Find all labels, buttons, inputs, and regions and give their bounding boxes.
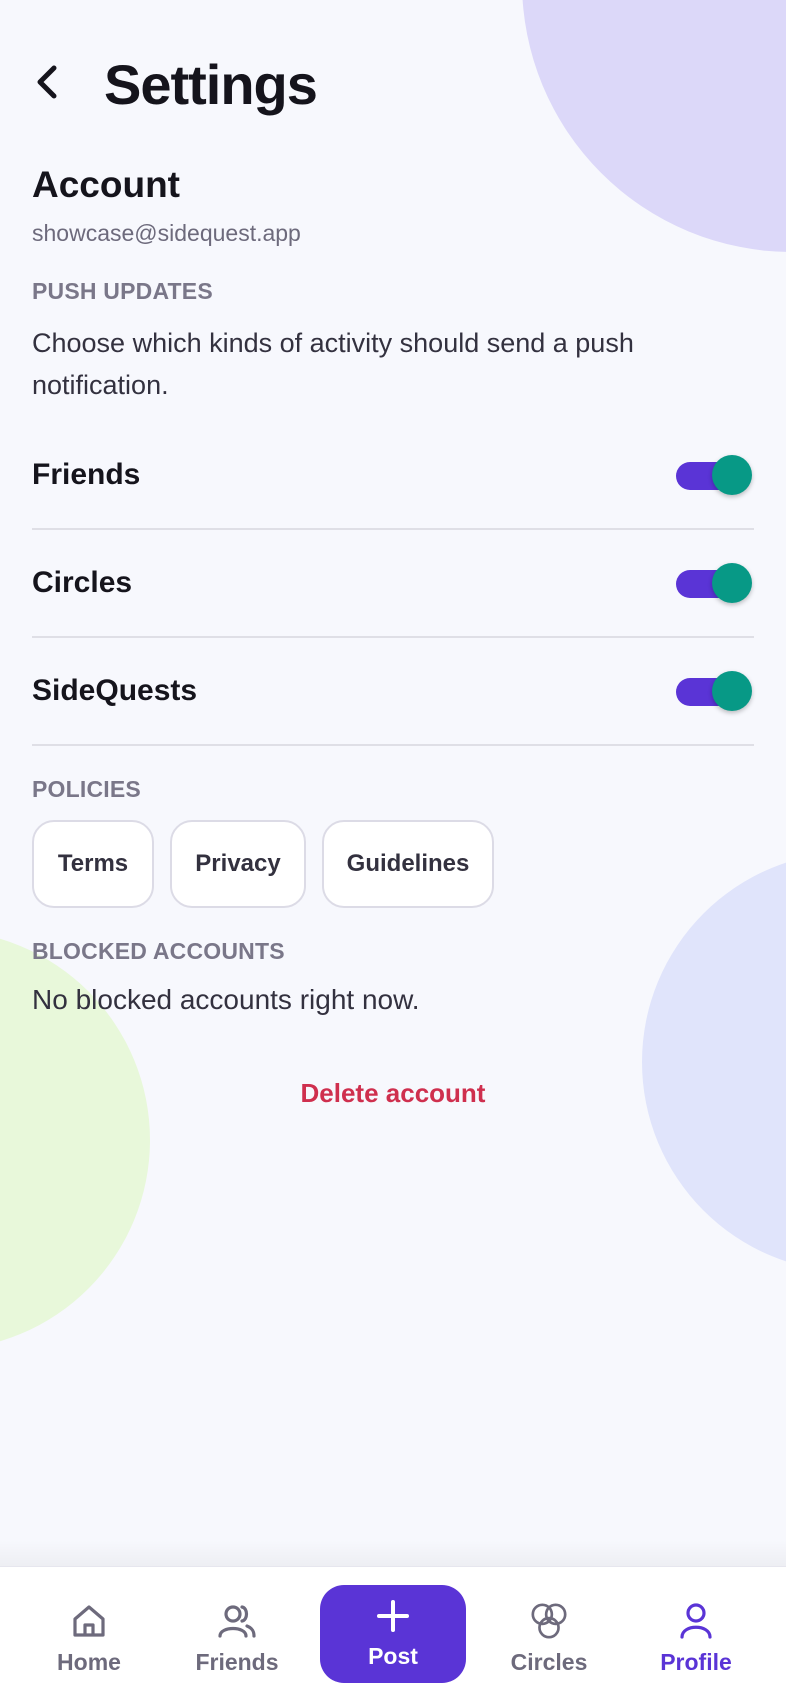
delete-account-button[interactable]: Delete account: [0, 1078, 786, 1109]
blocked-accounts-label: BLOCKED ACCOUNTS: [32, 938, 285, 964]
terms-button[interactable]: Terms: [32, 820, 154, 908]
policy-buttons: Terms Privacy Guidelines: [32, 820, 494, 908]
back-button[interactable]: [32, 52, 80, 116]
account-section-title: Account: [32, 164, 180, 205]
toggle-knob: [712, 563, 752, 603]
page-title: Settings: [104, 52, 318, 116]
circles-icon: [529, 1601, 569, 1641]
nav-label: Friends: [195, 1649, 279, 1675]
guidelines-button[interactable]: Guidelines: [322, 820, 494, 908]
nav-profile[interactable]: Profile: [636, 1601, 756, 1687]
nav-post-button[interactable]: Post: [320, 1585, 466, 1683]
decorative-blob: [642, 852, 786, 1272]
plus-icon: [375, 1598, 411, 1639]
nav-friends[interactable]: Friends: [177, 1601, 297, 1687]
friends-push-toggle[interactable]: [674, 453, 754, 497]
toggle-label: Friends: [32, 458, 141, 491]
nav-circles[interactable]: Circles: [489, 1601, 609, 1687]
decorative-blob: [522, 0, 786, 252]
chevron-left-icon: [32, 62, 62, 107]
home-icon: [69, 1601, 109, 1641]
nav-label: Profile: [660, 1649, 732, 1675]
toggle-label: Circles: [32, 566, 133, 599]
settings-screen: Settings Account showcase@sidequest.app …: [0, 0, 786, 1704]
toggle-label: SideQuests: [32, 674, 198, 707]
bottom-nav: Home Friends Post Circles Profile: [0, 1566, 786, 1704]
toggle-row-friends: Friends: [32, 422, 754, 530]
toggle-knob: [712, 671, 752, 711]
sidequests-push-toggle[interactable]: [674, 669, 754, 713]
blocked-accounts-empty: No blocked accounts right now.: [32, 984, 420, 1015]
circles-push-toggle[interactable]: [674, 561, 754, 605]
profile-icon: [676, 1601, 716, 1641]
nav-shadow: [0, 1540, 786, 1566]
nav-label: Circles: [510, 1649, 588, 1675]
toggle-row-sidequests: SideQuests: [32, 638, 754, 746]
toggle-knob: [712, 455, 752, 495]
push-updates-label: PUSH UPDATES: [32, 278, 213, 304]
account-email: showcase@sidequest.app: [32, 220, 301, 246]
nav-home[interactable]: Home: [29, 1601, 149, 1687]
header: Settings: [32, 52, 318, 116]
friends-icon: [217, 1601, 257, 1641]
toggle-row-circles: Circles: [32, 530, 754, 638]
nav-label: Post: [368, 1643, 418, 1669]
privacy-button[interactable]: Privacy: [170, 820, 306, 908]
policies-label: POLICIES: [32, 776, 141, 802]
push-updates-description: Choose which kinds of activity should se…: [32, 328, 634, 400]
nav-label: Home: [57, 1649, 121, 1675]
